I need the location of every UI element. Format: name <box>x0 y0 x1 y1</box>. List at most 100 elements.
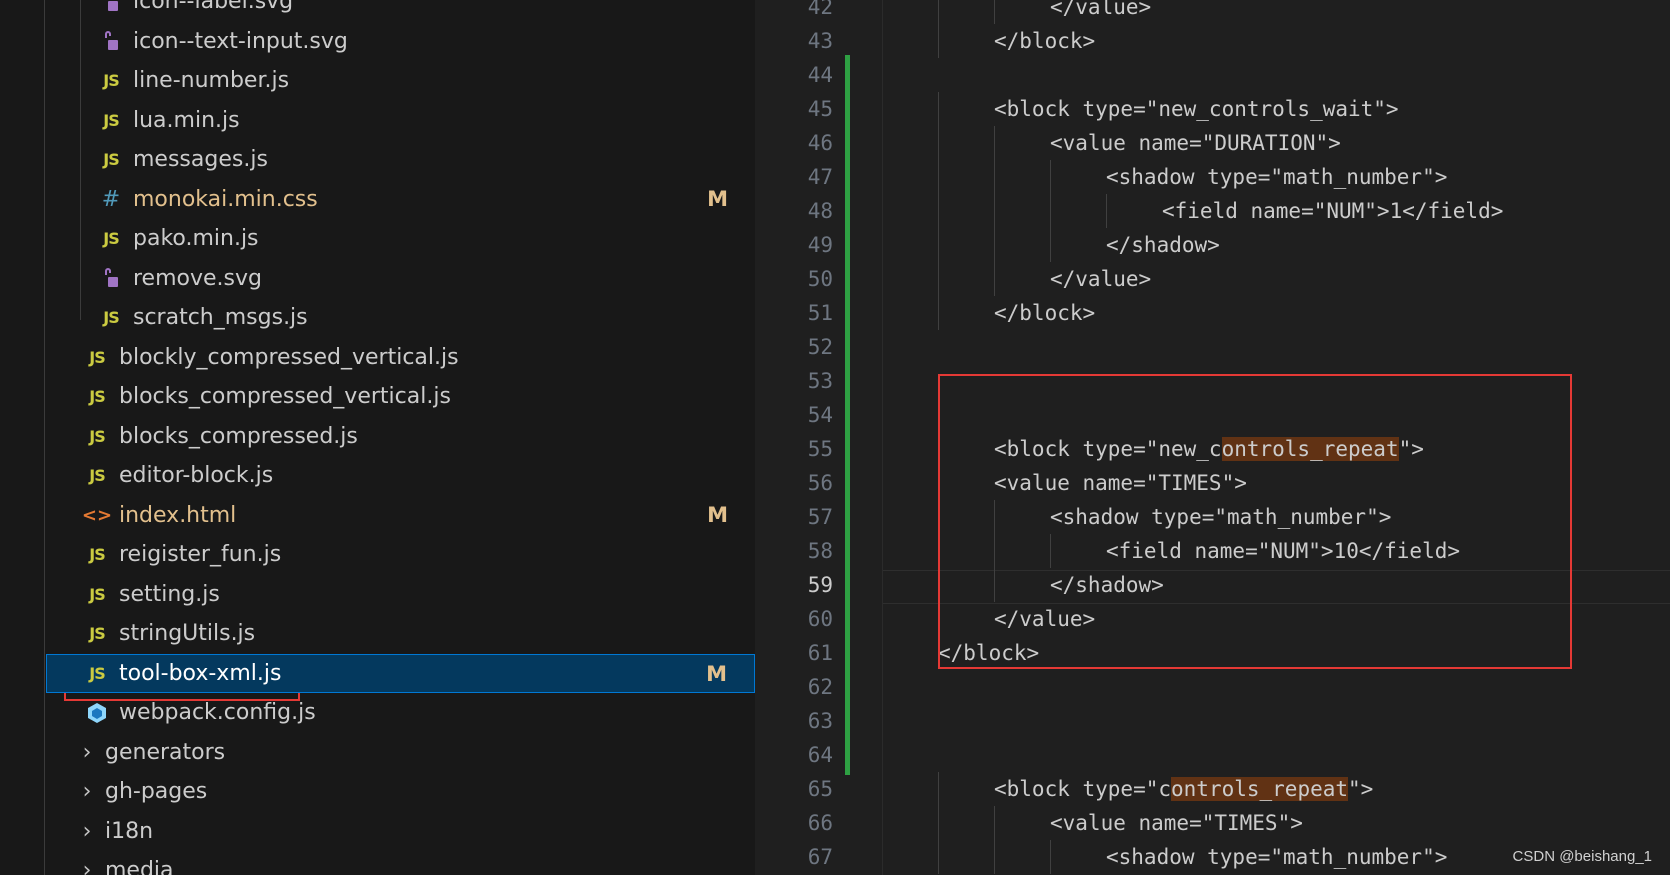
line-number: 52 <box>807 335 833 359</box>
js-file-icon: JS <box>89 347 105 367</box>
file-item[interactable]: JS editor-block.js <box>0 456 755 495</box>
folder-item[interactable]: › i18n <box>0 812 755 851</box>
file-name: stringUtils.js <box>119 621 256 646</box>
line-number: 66 <box>807 811 833 835</box>
code-token: <shadow type="math_number"> <box>1106 845 1448 869</box>
line-number: 51 <box>807 301 833 325</box>
indent-guide <box>1050 228 1051 262</box>
file-name: lua.min.js <box>133 107 240 133</box>
code-line: </shadow> <box>1106 228 1220 262</box>
js-file-icon: JS <box>89 624 105 643</box>
line-number: 62 <box>807 675 833 699</box>
file-item[interactable]: JS reigister_fun.js <box>0 535 755 574</box>
file-item[interactable]: icon--text-input.svg <box>0 22 755 61</box>
line-number: 54 <box>807 403 833 427</box>
folder-name: i18n <box>105 818 154 844</box>
indent-guide <box>994 262 995 296</box>
file-item[interactable]: JS pako.min.js <box>0 219 755 258</box>
line-number: 57 <box>807 505 833 529</box>
indent-guide <box>994 840 995 874</box>
code-token: </block> <box>994 301 1096 325</box>
file-item[interactable]: JS messages.js <box>0 140 755 179</box>
indent-guide <box>938 160 939 194</box>
indent-guide <box>938 126 939 160</box>
line-number: 42 <box>807 0 833 19</box>
file-item[interactable]: <> index.html M <box>0 496 755 535</box>
code-token: </value> <box>1050 0 1152 19</box>
html-file-icon: <> <box>81 504 113 526</box>
file-explorer: icon--label.svg icon--text-input.svg JS lin… <box>0 0 755 875</box>
file-item[interactable]: JS blockly_compressed_vertical.js <box>0 338 755 377</box>
code-line: <value name="DURATION"> <box>1050 126 1341 160</box>
code-token: <block type="c <box>994 777 1172 801</box>
css-file-icon: # <box>101 186 121 212</box>
file-name: icon--text-input.svg <box>133 28 348 54</box>
line-number: 56 <box>807 471 833 495</box>
file-item[interactable]: JS scratch_msgs.js <box>0 298 755 337</box>
code-line: </block> <box>994 24 1095 58</box>
code-line: <shadow type="math_number"> <box>1106 160 1447 194</box>
annotation-box-code <box>938 374 1572 669</box>
line-number: 47 <box>807 165 833 189</box>
indent-guide <box>938 806 939 840</box>
file-item[interactable]: JS blocks_compressed.js <box>0 417 755 456</box>
line-number-gutter: 42 43 44 45 46 47 48 49 50 51 52 53 54 55 56 57 58 59 60 61… <box>755 0 883 875</box>
line-number: 46 <box>807 131 833 155</box>
file-name: messages.js <box>133 147 268 172</box>
file-item[interactable]: JS line-number.js <box>0 61 755 100</box>
line-number: 48 <box>807 199 833 223</box>
folder-name: generators <box>105 739 226 765</box>
chevron-right-icon: › <box>82 779 92 804</box>
line-number: 59 <box>807 573 833 597</box>
line-number: 49 <box>807 233 833 257</box>
file-item[interactable]: JS blocks_compressed_vertical.js <box>0 377 755 416</box>
js-file-icon: JS <box>103 229 119 248</box>
line-number: 63 <box>807 709 833 733</box>
file-name: remove.svg <box>133 265 262 291</box>
indent-guide <box>1050 194 1051 228</box>
code-line: <block type="controls_repeat"> <box>994 772 1373 806</box>
git-added-indicator <box>845 55 850 775</box>
line-number: 67 <box>807 845 833 869</box>
file-name: index.html <box>119 502 237 528</box>
js-file-icon: JS <box>103 150 119 169</box>
git-modified-badge: M <box>706 661 727 686</box>
file-name: pako.min.js <box>133 226 259 251</box>
folder-name: gh-pages <box>105 779 208 804</box>
indent-guide <box>994 126 995 160</box>
file-name: tool-box-xml.js <box>119 660 282 686</box>
svg-file-icon <box>100 30 122 52</box>
file-name: setting.js <box>119 581 220 607</box>
code-token: <field name="NUM">1</field> <box>1162 199 1504 223</box>
indent-guide <box>1106 194 1107 228</box>
folder-item[interactable]: › media <box>0 851 755 875</box>
file-item[interactable]: remove.svg <box>0 259 755 298</box>
line-number: 60 <box>807 607 833 631</box>
file-item[interactable]: JS setting.js <box>0 575 755 614</box>
file-name: reigister_fun.js <box>119 542 282 567</box>
js-file-icon: JS <box>89 663 105 683</box>
line-number: 45 <box>807 97 833 121</box>
code-line: <block type="new_controls_wait"> <box>994 92 1399 126</box>
file-item[interactable]: JS stringUtils.js <box>0 614 755 653</box>
folder-item[interactable]: › generators <box>0 733 755 772</box>
indent-guide <box>938 228 939 262</box>
file-item[interactable]: JS tool-box-xml.js M <box>46 653 755 693</box>
line-number: 43 <box>807 29 833 53</box>
folder-item[interactable]: › gh-pages <box>0 772 755 811</box>
file-item[interactable]: webpack.config.js <box>0 693 755 732</box>
code-token: <shadow type="math_number"> <box>1106 165 1448 189</box>
svg-file-icon <box>100 0 122 13</box>
file-item[interactable]: # monokai.min.css M <box>0 180 755 219</box>
git-modified-badge: M <box>707 502 728 527</box>
file-item[interactable]: JS lua.min.js <box>0 101 755 140</box>
line-number: 50 <box>807 267 833 291</box>
indent-guide <box>938 840 939 874</box>
js-file-icon: JS <box>103 71 119 90</box>
indent-guide <box>938 296 939 330</box>
js-file-icon: JS <box>89 545 105 564</box>
file-name: webpack.config.js <box>119 700 316 725</box>
indent-guide <box>994 806 995 840</box>
file-item[interactable]: icon--label.svg <box>0 0 755 21</box>
js-file-icon: JS <box>89 387 105 406</box>
